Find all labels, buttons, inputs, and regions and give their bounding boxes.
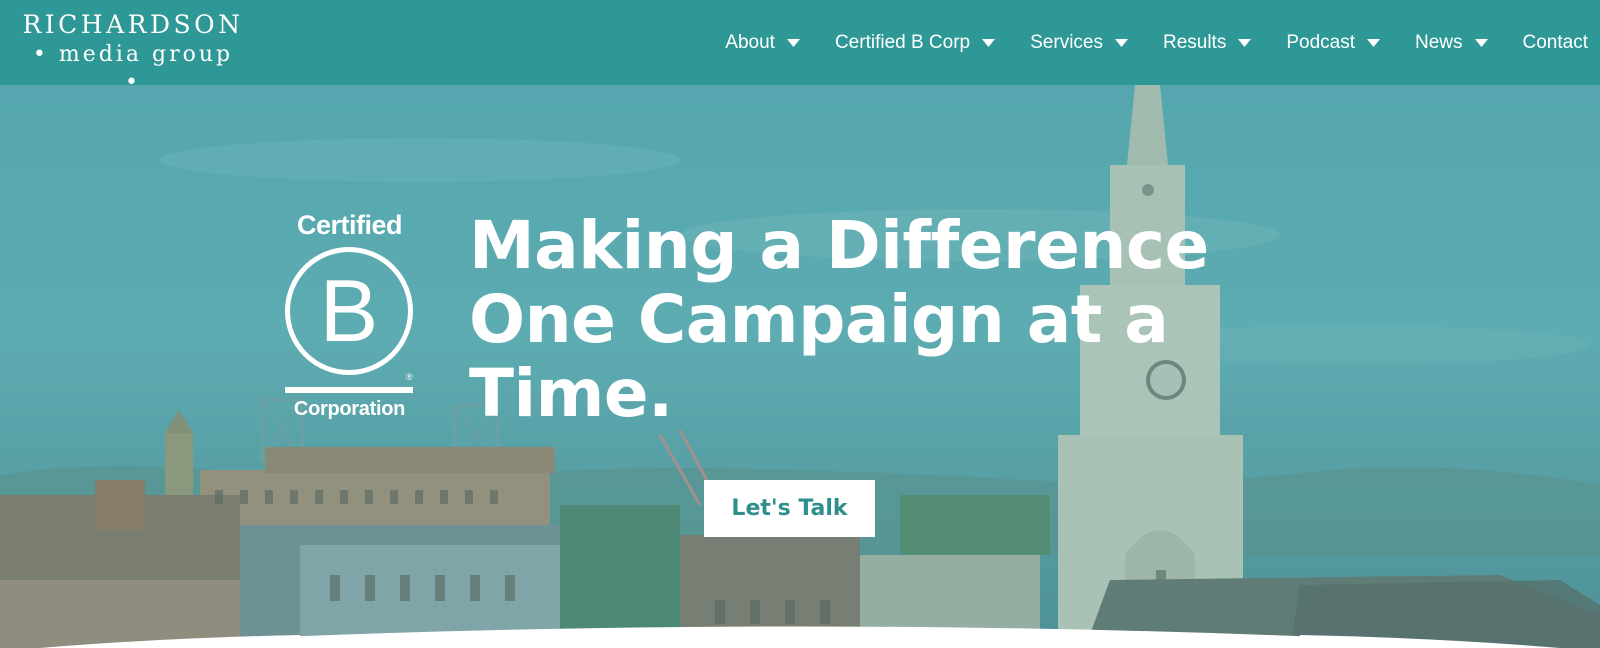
headline-line: Making a Difference bbox=[469, 207, 1209, 284]
nav-item-label: Certified B Corp bbox=[834, 31, 971, 53]
bcorp-corporation-text: Corporation bbox=[293, 398, 406, 420]
nav-item-certified-b-corp[interactable]: Certified B Corp bbox=[834, 23, 996, 63]
section-divider-curve bbox=[0, 626, 1600, 648]
nav-item-services[interactable]: Services bbox=[1030, 23, 1128, 63]
caret-down-icon bbox=[786, 38, 800, 47]
nav-item-podcast[interactable]: Podcast bbox=[1286, 23, 1380, 63]
hero-headline: Making a Difference One Campaign at a Ti… bbox=[469, 209, 1269, 431]
caret-down-icon bbox=[1367, 38, 1380, 47]
nav-item-label: Contact bbox=[1522, 31, 1588, 53]
headline-line: One Campaign at a bbox=[469, 281, 1169, 358]
hero-section: Certified B ® Corporation Making a Diffe… bbox=[0, 85, 1600, 648]
certified-b-corp-logo: Certified B ® Corporation bbox=[282, 210, 417, 430]
bcorp-letter: B bbox=[319, 261, 379, 360]
caret-down-icon bbox=[982, 38, 996, 47]
bcorp-divider bbox=[285, 387, 413, 393]
nav-item-results[interactable]: Results bbox=[1162, 23, 1252, 63]
nav-item-label: Services bbox=[1030, 31, 1103, 53]
site-logo[interactable]: RICHARDSON • media group • bbox=[22, 10, 244, 95]
main-nav: About Certified B Corp Services Results … bbox=[725, 0, 1600, 85]
logo-name-line2: • media group • bbox=[32, 42, 234, 95]
nav-item-contact[interactable]: Contact bbox=[1523, 23, 1588, 63]
nav-item-label: Podcast bbox=[1286, 31, 1355, 53]
logo-name-line1: RICHARDSON bbox=[22, 10, 244, 39]
nav-item-label: News bbox=[1415, 31, 1463, 53]
nav-item-label: Results bbox=[1162, 31, 1227, 53]
caret-down-icon bbox=[1474, 38, 1488, 47]
bcorp-certified-text: Certified bbox=[296, 210, 403, 240]
nav-item-label: About bbox=[725, 31, 775, 53]
registered-mark: ® bbox=[406, 372, 413, 382]
nav-item-about[interactable]: About bbox=[725, 23, 800, 63]
caret-down-icon bbox=[1238, 38, 1252, 47]
site-header: RICHARDSON • media group • About Certifi… bbox=[0, 0, 1600, 95]
bcorp-circle: B bbox=[285, 247, 413, 375]
nav-item-news[interactable]: News bbox=[1415, 23, 1488, 63]
lets-talk-button[interactable]: Let's Talk bbox=[704, 480, 875, 537]
headline-line: Time. bbox=[469, 355, 673, 432]
caret-down-icon bbox=[1114, 38, 1128, 47]
